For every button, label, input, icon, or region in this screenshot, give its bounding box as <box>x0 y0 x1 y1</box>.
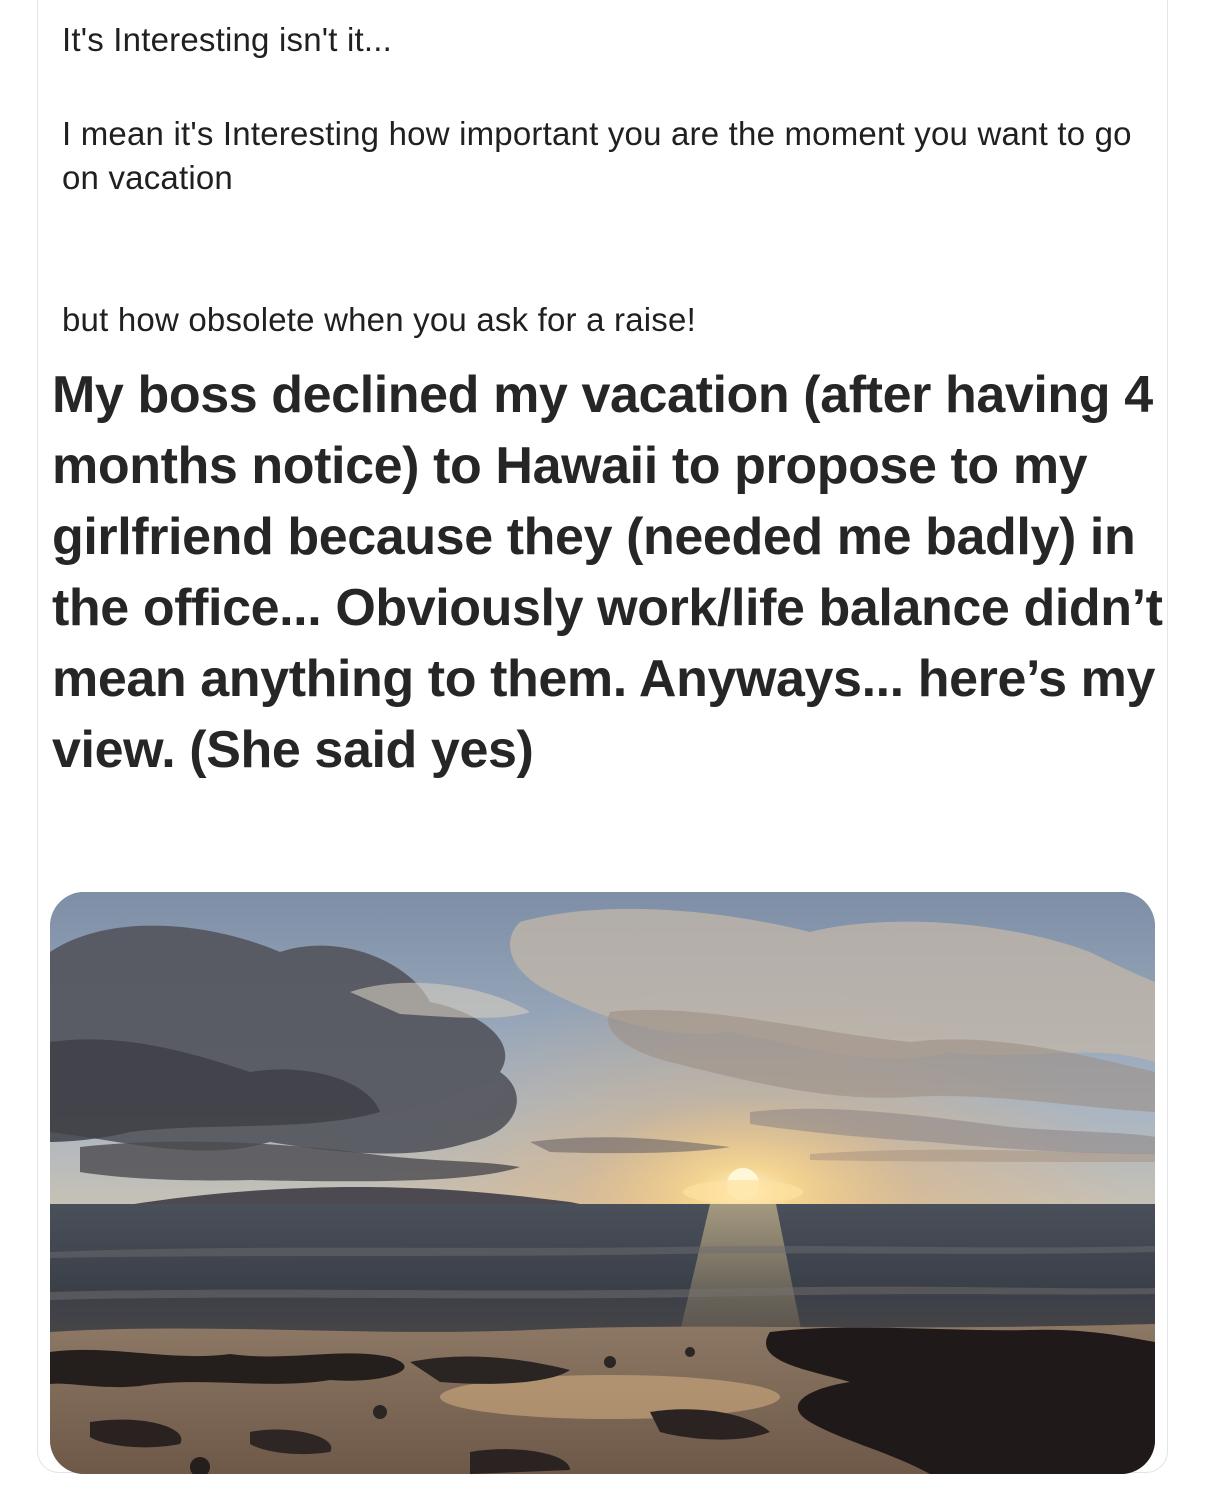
embedded-screenshot-text: My boss declined my vacation (after havi… <box>52 366 1163 779</box>
post-caption-line-1: It's Interesting isn't it... <box>62 21 392 58</box>
sunset-beach-photo[interactable] <box>50 892 1155 1474</box>
sunset-photo-illustration <box>50 892 1155 1474</box>
post-caption-line-3: but how obsolete when you ask for a rais… <box>62 301 696 338</box>
post-caption-line-2: I mean it's Interesting how important yo… <box>62 115 1132 196</box>
